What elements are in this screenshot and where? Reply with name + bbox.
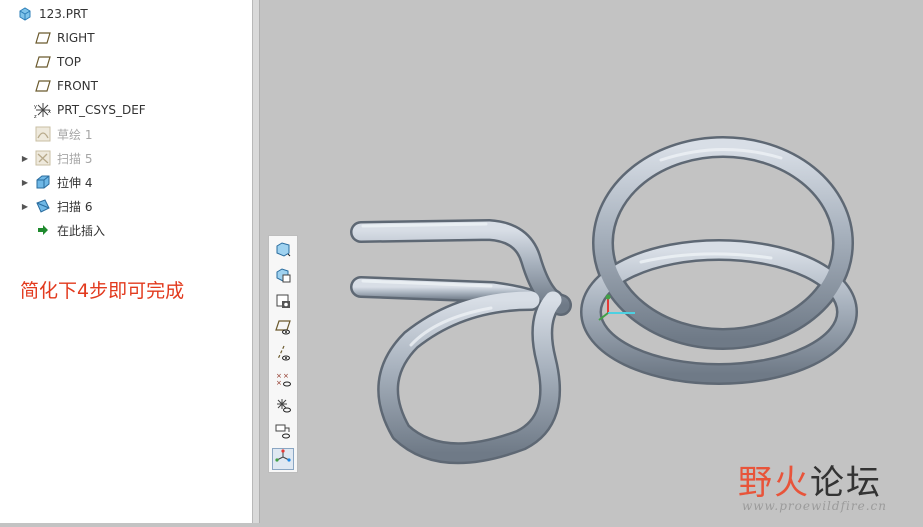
csys-display-icon [275, 397, 291, 417]
csys-display-button[interactable] [272, 396, 294, 418]
tree-root-part[interactable]: 123.PRT [16, 3, 88, 25]
tree-item-extrude-4[interactable]: 拉伸 4 [34, 171, 92, 193]
panel-splitter[interactable] [253, 0, 260, 523]
tree-item-label: 在此插入 [57, 223, 106, 238]
expand-toggle-sweep-6[interactable]: ▶ [20, 195, 30, 217]
forum-watermark: 野火论坛 www.proewildfire.cn [738, 455, 886, 513]
tree-item-sweep-6[interactable]: 扫描 6 [34, 195, 92, 217]
extrude-icon [34, 173, 52, 191]
tree-item-label: 拉伸 4 [57, 175, 93, 190]
spin-center-icon [275, 449, 291, 469]
saved-orientations-button[interactable] [272, 266, 294, 288]
spin-center-button[interactable] [272, 448, 294, 470]
expand-toggle-extrude-4[interactable]: ▶ [20, 171, 30, 193]
sweep-icon [34, 197, 52, 215]
graphics-viewport[interactable] [261, 0, 923, 523]
plane-display-button[interactable] [272, 318, 294, 340]
watermark-title-part1: 野火 [738, 463, 810, 503]
tree-item-label: TOP [57, 55, 82, 69]
point-display-icon: × × × [275, 371, 291, 391]
svg-text:z: z [34, 114, 37, 119]
datum-plane-icon [34, 77, 52, 95]
tree-item-label: RIGHT [57, 31, 95, 45]
svg-text:×: × [283, 372, 289, 380]
axis-display-button[interactable] [272, 344, 294, 366]
sketch-icon [34, 125, 52, 143]
tree-item-label: FRONT [57, 79, 98, 93]
tree-item-sketch-1[interactable]: 草绘 1 [34, 123, 92, 145]
axis-display-icon [275, 345, 291, 365]
display-style-button[interactable] [272, 292, 294, 314]
svg-text:×: × [276, 379, 282, 387]
tree-item-front-plane[interactable]: FRONT [34, 75, 98, 97]
coordinate-system-icon: yz x [34, 101, 52, 119]
model-tree-panel: 123.PRT RIGHT TOP FRONT yz x PRT_CSYS_DEF… [0, 0, 253, 523]
part-icon [16, 5, 34, 23]
watermark-title-part2: 论坛 [810, 463, 882, 503]
refit-icon [275, 241, 291, 261]
plane-display-icon [275, 319, 291, 339]
tree-item-sweep-5[interactable]: 扫描 5 [34, 147, 92, 169]
annotation-note: 简化下4步即可完成 [20, 280, 185, 302]
view-toolbar: × × × [268, 235, 298, 473]
annotation-display-button[interactable] [272, 422, 294, 444]
wire-clamp-model [350, 136, 858, 465]
refit-button[interactable] [272, 240, 294, 262]
tree-item-right-plane[interactable]: RIGHT [34, 27, 95, 49]
tree-item-label: 扫描 5 [57, 151, 93, 166]
datum-plane-icon [34, 53, 52, 71]
display-style-icon [275, 293, 291, 313]
annotation-display-icon [275, 423, 291, 443]
watermark-title: 野火论坛 [738, 455, 882, 504]
expand-toggle-sweep-5[interactable]: ▶ [20, 147, 30, 169]
svg-text:y: y [34, 104, 37, 110]
tree-item-insert-here[interactable]: 在此插入 [34, 219, 105, 241]
insert-here-arrow-icon [34, 221, 52, 239]
tree-item-csys[interactable]: yz x PRT_CSYS_DEF [34, 99, 146, 121]
tree-item-label: 扫描 6 [57, 199, 93, 214]
tree-item-top-plane[interactable]: TOP [34, 51, 81, 73]
saved-orientations-icon [275, 267, 291, 287]
svg-text:x: x [48, 109, 51, 115]
sweep-icon [34, 149, 52, 167]
tree-item-label: PRT_CSYS_DEF [57, 103, 146, 117]
tree-item-label: 草绘 1 [57, 127, 93, 142]
tree-root-label: 123.PRT [39, 7, 88, 21]
point-display-button[interactable]: × × × [272, 370, 294, 392]
datum-plane-icon [34, 29, 52, 47]
watermark-url: www.proewildfire.cn [742, 499, 887, 513]
